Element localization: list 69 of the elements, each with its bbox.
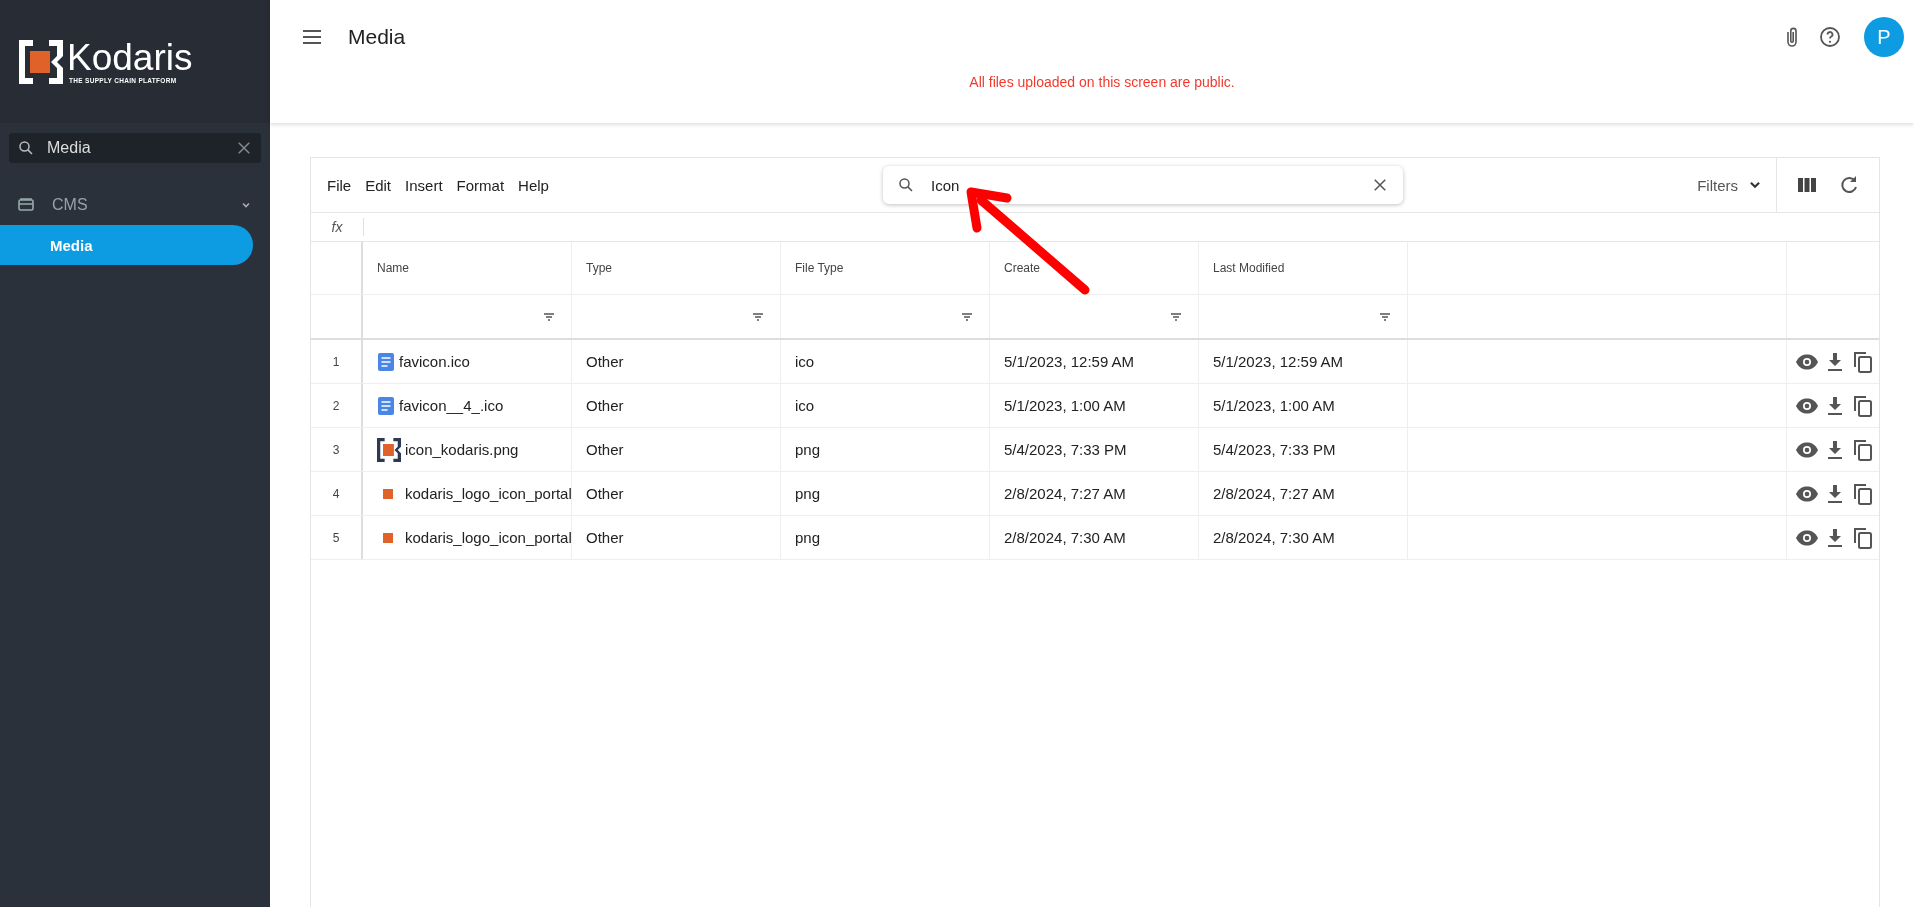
copy-icon[interactable] xyxy=(1851,437,1875,462)
table-cell: png xyxy=(795,529,821,546)
menu-item[interactable]: Edit xyxy=(365,176,392,194)
public-notice: All files uploaded on this screen are public. xyxy=(968,74,1236,90)
page-title: Media xyxy=(348,25,406,49)
table-cell: favicon.ico xyxy=(399,353,470,370)
table-cell: png xyxy=(795,485,821,502)
table-cell: 2/8/2024, 7:30 AM xyxy=(1004,529,1126,546)
table-cell: Other xyxy=(586,485,624,502)
table-cell: png xyxy=(795,441,821,458)
table-cell: 5/1/2023, 1:00 AM xyxy=(1004,397,1126,414)
logo-icon xyxy=(377,437,401,462)
table-cell: icon_kodaris.png xyxy=(405,441,519,458)
table-cell: Other xyxy=(586,529,624,546)
column-header[interactable]: File Type xyxy=(795,261,844,275)
copy-icon[interactable] xyxy=(1851,525,1875,550)
square-icon xyxy=(383,488,393,499)
row-number: 5 xyxy=(332,530,340,545)
row-number: 4 xyxy=(332,486,340,501)
filter-icon[interactable] xyxy=(1170,311,1182,322)
logo-name: Kodaris xyxy=(67,39,193,77)
search-field[interactable]: Media xyxy=(9,133,261,163)
menu-item[interactable]: File xyxy=(327,176,352,194)
table-cell: ico xyxy=(795,397,815,414)
table-cell: 5/1/2023, 12:59 AM xyxy=(1213,353,1344,370)
table-cell: 5/4/2023, 7:33 PM xyxy=(1213,441,1336,458)
table-cell: 5/1/2023, 1:00 AM xyxy=(1213,397,1335,414)
copy-icon[interactable] xyxy=(1851,349,1875,374)
column-header[interactable]: Last Modified xyxy=(1213,261,1285,275)
table-cell: 2/8/2024, 7:27 AM xyxy=(1004,485,1126,502)
table-cell: Other xyxy=(586,441,624,458)
filter-icon[interactable] xyxy=(752,311,764,322)
search-field[interactable]: Icon xyxy=(883,166,1403,204)
search-icon xyxy=(17,139,35,157)
table-cell: 5/1/2023, 12:59 AM xyxy=(1004,353,1135,370)
table-cell: kodaris_logo_icon_portal xyxy=(405,485,571,502)
copy-icon[interactable] xyxy=(1851,393,1875,418)
column-header[interactable]: Name xyxy=(377,261,409,275)
table-cell: 2/8/2024, 7:27 AM xyxy=(1213,485,1335,502)
row-number: 2 xyxy=(332,398,340,413)
menu-item[interactable]: Insert xyxy=(405,176,443,194)
table-cell: favicon__4_.ico xyxy=(399,397,504,414)
square-icon xyxy=(383,532,393,543)
menu-item[interactable]: Format xyxy=(456,176,505,194)
table-cell: Other xyxy=(586,353,624,370)
document-icon xyxy=(377,395,395,416)
copy-icon[interactable] xyxy=(1851,481,1875,506)
document-icon xyxy=(377,351,395,372)
nav-item[interactable]: CMS xyxy=(0,185,270,225)
logo-icon xyxy=(19,39,63,84)
filter-icon[interactable] xyxy=(543,311,555,322)
table-cell: ico xyxy=(795,353,815,370)
row-number: 3 xyxy=(332,442,340,457)
table-cell: 2/8/2024, 7:30 AM xyxy=(1213,529,1335,546)
filter-icon[interactable] xyxy=(1379,311,1391,322)
column-header[interactable]: Type xyxy=(586,261,612,275)
column-header[interactable]: Create xyxy=(1004,261,1041,275)
menu-item[interactable]: Help xyxy=(518,176,549,194)
filters-button[interactable]: Filters xyxy=(1697,176,1762,194)
table-cell: Other xyxy=(586,397,624,414)
table-cell: kodaris_logo_icon_portal xyxy=(405,529,571,546)
help-icon[interactable] xyxy=(1818,25,1842,49)
close-icon[interactable] xyxy=(235,139,253,157)
search-icon xyxy=(897,176,915,194)
row-number: 1 xyxy=(332,354,340,369)
filter-icon[interactable] xyxy=(961,311,973,322)
formula-label: fx xyxy=(330,219,344,235)
table-cell: 5/4/2023, 7:33 PM xyxy=(1004,441,1127,458)
close-icon[interactable] xyxy=(1371,176,1389,194)
